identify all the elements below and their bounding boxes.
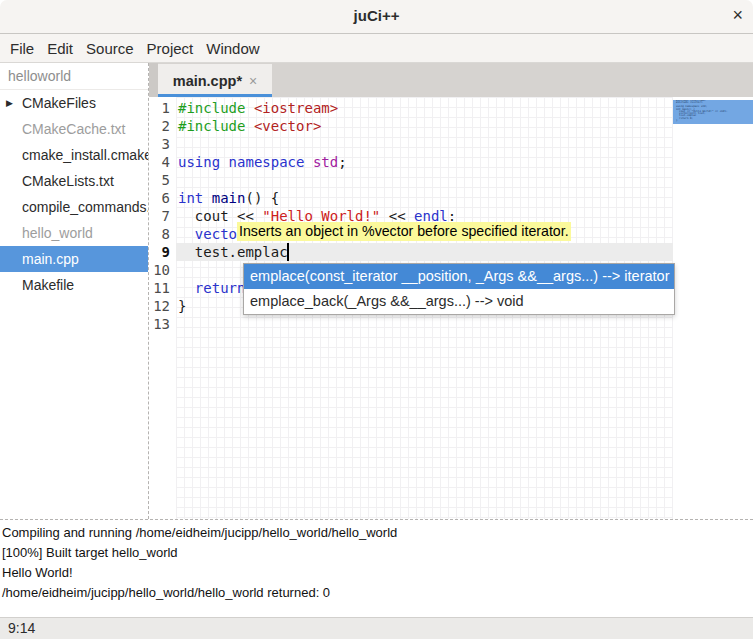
sidebar-item-makefile[interactable]: Makefile <box>0 272 148 298</box>
file-tree-sidebar: helloworld ▶ CMakeFiles CMakeCache.txt cmak… <box>0 63 149 519</box>
line-number: 4 <box>149 153 170 171</box>
line-number: 9 <box>149 243 170 261</box>
line-number: 10 <box>149 261 170 279</box>
sidebar-item-label: compile_commands.json <box>22 199 148 215</box>
sidebar-item-hello-world[interactable]: hello_world <box>0 220 148 246</box>
line-number: 12 <box>149 297 170 315</box>
code-line: } <box>178 297 186 315</box>
line-number: 2 <box>149 117 170 135</box>
line-number: 5 <box>149 171 170 189</box>
line-number: 6 <box>149 189 170 207</box>
sidebar-item-cmake-install-cmake[interactable]: cmake_install.cmake <box>0 142 148 168</box>
title-bar: juCi++ × <box>0 0 753 34</box>
tab-bar-left-strip <box>149 63 158 97</box>
tab-close-icon[interactable]: × <box>249 73 257 89</box>
code-line: test.emplac <box>178 243 288 261</box>
output-line: Compiling and running /home/eidheim/juci… <box>2 523 753 543</box>
tab-main-cpp[interactable]: main.cpp* × <box>158 64 272 97</box>
menu-file[interactable]: File <box>10 40 34 57</box>
sidebar-item-label: main.cpp <box>22 251 79 267</box>
menu-project[interactable]: Project <box>147 40 194 57</box>
minimap-visible-region[interactable]: #include <iostream> #include <vector> us… <box>673 100 753 124</box>
output-line: /home/eidheim/jucipp/hello_world/hello_w… <box>2 583 753 603</box>
code-line: #include <iostream> <box>178 99 338 117</box>
menu-window[interactable]: Window <box>206 40 259 57</box>
sidebar-item-label: cmake_install.cmake <box>22 147 148 163</box>
status-bar: 9:14 <box>0 617 753 639</box>
line-number: 3 <box>149 135 170 153</box>
sidebar-item-cmakefiles[interactable]: ▶ CMakeFiles <box>0 90 148 116</box>
line-number: 7 <box>149 207 170 225</box>
sidebar-item-compile-commands-json[interactable]: compile_commands.json <box>0 194 148 220</box>
sidebar-item-main-cpp[interactable]: main.cpp <box>0 246 148 272</box>
line-number: 1 <box>149 99 170 117</box>
code-line: using namespace std; <box>178 153 347 171</box>
output-panel: Compiling and running /home/eidheim/juci… <box>0 520 753 620</box>
window-title: juCi++ <box>0 0 753 32</box>
sidebar-item-label: CMakeLists.txt <box>22 173 114 189</box>
sidebar-item-label: Makefile <box>22 277 74 293</box>
tab-label: main.cpp* <box>173 73 242 89</box>
line-number: 13 <box>149 315 170 333</box>
minimap-code: #include <iostream> #include <vector> us… <box>673 100 753 122</box>
autocomplete-popup: emplace(const_iterator __position, _Args… <box>243 263 675 315</box>
project-root-item[interactable]: helloworld <box>0 63 148 90</box>
jucipp-window: juCi++ × File Edit Source Project Window hel… <box>0 0 753 639</box>
minimap[interactable]: #include <iostream> #include <vector> us… <box>673 97 753 519</box>
sidebar-item-label: hello_world <box>22 225 93 241</box>
autocomplete-item[interactable]: emplace_back(_Args &&__args...) --> void <box>244 289 674 314</box>
menu-bar: File Edit Source Project Window <box>0 34 753 63</box>
sidebar-item-label: CMakeFiles <box>22 95 96 111</box>
line-number: 8 <box>149 225 170 243</box>
menu-source[interactable]: Source <box>86 40 134 57</box>
sidebar-item-cmakecache-txt[interactable]: CMakeCache.txt <box>0 116 148 142</box>
code-line: #include <vector> <box>178 117 321 135</box>
doc-tooltip: Inserts an object in %vector before spec… <box>237 222 571 241</box>
tab-bar: main.cpp* × <box>149 63 753 97</box>
code-editor[interactable]: 1 #include <iostream> 2 #include <vector> 34… <box>149 97 753 519</box>
output-line: [100%] Built target hello_world <box>2 543 753 563</box>
autocomplete-item[interactable]: emplace(const_iterator __position, _Args… <box>244 264 674 289</box>
sidebar-item-label: CMakeCache.txt <box>22 121 125 137</box>
output-line: Hello World! <box>2 563 753 583</box>
sidebar-item-cmakelists-txt[interactable]: CMakeLists.txt <box>0 168 148 194</box>
expand-triangle-icon[interactable]: ▶ <box>6 90 13 116</box>
text-cursor <box>287 243 289 261</box>
window-close-icon[interactable]: × <box>732 0 743 31</box>
cursor-position: 9:14 <box>8 620 35 636</box>
code-line: int main() { <box>178 189 279 207</box>
menu-edit[interactable]: Edit <box>47 40 73 57</box>
line-number: 11 <box>149 279 170 297</box>
